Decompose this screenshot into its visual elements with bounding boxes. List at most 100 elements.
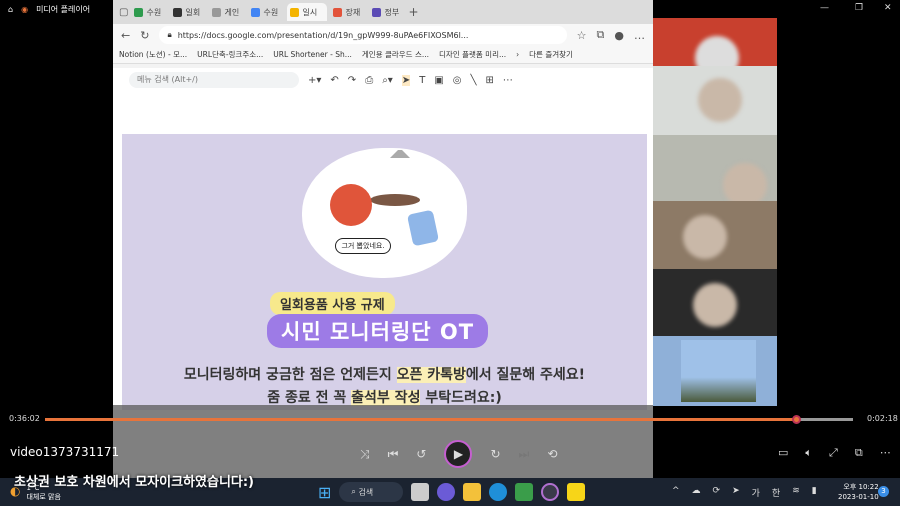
cloud-icon[interactable]: ☁: [692, 486, 701, 499]
browser-tab[interactable]: 게인: [209, 3, 245, 21]
taskbar-search[interactable]: ⌕ 검색: [339, 482, 404, 502]
zoom-icon[interactable]: ⌕▾: [382, 75, 393, 86]
battery-icon[interactable]: ▮: [812, 486, 817, 499]
repeat-off-icon[interactable]: ⟲: [547, 447, 557, 461]
seek-handle[interactable]: [792, 415, 802, 424]
browser-tab[interactable]: 정부: [369, 3, 405, 21]
blurred-face: [698, 78, 742, 122]
shape-icon[interactable]: ◎: [453, 75, 462, 86]
home-icon[interactable]: ⌂: [8, 5, 13, 14]
print-icon[interactable]: ⎙: [365, 75, 373, 86]
browser-tab-active[interactable]: 일시: [287, 3, 328, 21]
sync-icon[interactable]: ⟳: [713, 486, 721, 499]
slide-line-1: 모니터링하며 궁금한 점은 언제든지 오픈 카톡방에서 질문해 주세요!: [183, 367, 586, 383]
browser-tab[interactable]: 수원: [248, 3, 284, 21]
slides-toolbar: 메뉴 검색 (Alt+/) +▾ ↶ ↷ ⎙ ⌕▾ ➤ T ▣ ◎ ╲ ⊞ ⋯: [113, 68, 653, 92]
textbox-icon[interactable]: T: [419, 75, 425, 86]
chat-icon[interactable]: [437, 483, 456, 501]
task-view-icon[interactable]: [411, 483, 430, 501]
browser-tab[interactable]: 장재: [330, 3, 366, 21]
add-icon[interactable]: +▾: [308, 75, 321, 86]
maximize-button[interactable]: ❐: [855, 3, 863, 13]
slide-subheading: 일회용품 사용 규제: [270, 292, 395, 315]
participant-video: [653, 135, 777, 201]
other-favorites[interactable]: 다른 즐겨찾기: [529, 49, 573, 60]
forward-30-icon[interactable]: ↻: [490, 447, 500, 461]
browser-tab[interactable]: 일회: [170, 3, 206, 21]
bookmark[interactable]: 디자인 플랫폼 미리...: [439, 49, 506, 60]
edge-icon[interactable]: [489, 483, 508, 501]
illustration-cloud: [302, 148, 467, 278]
tab-strip: ▢ 수원 일회 게인 수원 일시 장재 정부 +: [113, 0, 653, 24]
lock-icon: 🔒︎: [167, 30, 172, 39]
profile-icon[interactable]: ●: [614, 29, 624, 42]
more-icon[interactable]: ⋯: [503, 75, 513, 86]
participant-video: [653, 336, 777, 406]
seek-track[interactable]: [45, 415, 853, 424]
captions-icon[interactable]: ▭: [778, 446, 788, 460]
notification-badge[interactable]: 3: [878, 486, 889, 497]
kakaotalk-icon[interactable]: [567, 483, 586, 501]
bookmark[interactable]: URL Shortener - Sh...: [273, 50, 352, 59]
rewind-10-icon[interactable]: ↺: [416, 447, 426, 461]
refresh-icon[interactable]: ↻: [140, 29, 149, 42]
comment-icon[interactable]: ⊞: [486, 75, 494, 86]
participant-video: [653, 269, 777, 336]
weather-text: 대체로 맑음: [26, 493, 61, 501]
ime-mode[interactable]: 가: [752, 486, 760, 499]
collections-icon[interactable]: ⧉: [597, 28, 605, 42]
ime-language[interactable]: 한: [772, 486, 780, 499]
browser-tab[interactable]: 수원: [131, 3, 167, 21]
close-button[interactable]: ✕: [884, 3, 892, 13]
blurred-face: [683, 215, 727, 259]
slide-title: 시민 모니터링단 OT: [267, 314, 489, 348]
select-icon[interactable]: ➤: [401, 74, 411, 86]
file-explorer-icon[interactable]: [463, 483, 482, 501]
back-icon[interactable]: ←: [121, 29, 130, 42]
fullscreen-icon[interactable]: ⤢: [829, 446, 838, 460]
start-icon[interactable]: ⊞: [318, 483, 331, 502]
tab-actions-icon[interactable]: ▢: [119, 7, 128, 18]
app-icon[interactable]: [515, 483, 534, 501]
taskbar-apps: ⊞ ⌕ 검색: [318, 482, 586, 502]
more-icon[interactable]: …: [634, 29, 645, 42]
previous-icon[interactable]: ⏮: [388, 447, 399, 462]
volume-icon[interactable]: 🔈︎: [805, 446, 812, 460]
bookmark[interactable]: 게인용 클라우드 스...: [362, 49, 429, 60]
bookmark[interactable]: Notion (노션) - 모...: [119, 49, 187, 60]
play-button[interactable]: ▶: [444, 440, 473, 468]
participant-video: [653, 201, 777, 269]
player-right-controls: ▭ 🔈︎ ⤢ ⧉ ⋯: [778, 446, 891, 460]
miniplayer-icon[interactable]: ⧉: [855, 446, 863, 460]
more-icon[interactable]: ⋯: [880, 446, 891, 460]
table-illustration: [370, 194, 420, 206]
menu-search-input[interactable]: 메뉴 검색 (Alt+/): [129, 72, 299, 88]
seek-bar[interactable]: 0:36:02 0:02:18: [0, 410, 900, 428]
next-icon[interactable]: ⏭: [519, 447, 530, 462]
wifi-icon[interactable]: ≋: [792, 486, 800, 499]
new-tab-button[interactable]: +: [408, 5, 418, 19]
clock[interactable]: 오후 10:22 2023-01-10: [838, 482, 879, 502]
line-icon[interactable]: ╲: [471, 75, 477, 86]
chevron-right-icon[interactable]: ›: [516, 50, 519, 59]
shuffle-icon[interactable]: ⤨: [360, 447, 370, 462]
elapsed-time: 0:36:02: [9, 414, 40, 423]
blurred-face: [695, 36, 739, 66]
minimize-button[interactable]: —: [820, 3, 829, 13]
speech-bubble: 그거 뽑았네요.: [335, 238, 391, 254]
send-icon[interactable]: ➤: [732, 486, 740, 499]
participant-video: [653, 18, 777, 66]
redo-icon[interactable]: ↷: [348, 75, 356, 86]
slide[interactable]: 그거 뽑았네요. 일회용품 사용 규제 시민 모니터링단 OT 모니터링하며 궁…: [122, 134, 647, 410]
chevron-up-icon[interactable]: ^: [672, 486, 680, 499]
blurred-face: [723, 163, 767, 201]
media-player-taskbar-icon[interactable]: [541, 483, 560, 501]
undo-icon[interactable]: ↶: [330, 75, 338, 86]
system-tray: ^ ☁ ⟳ ➤ 가 한 ≋ ▮: [672, 486, 817, 499]
red-character-illustration: [330, 184, 372, 226]
bookmark[interactable]: URL단축-링크주소...: [197, 49, 263, 60]
image-icon[interactable]: ▣: [434, 75, 443, 86]
lamp-illustration: [390, 134, 410, 158]
address-bar[interactable]: 🔒︎ https://docs.google.com/presentation/d…: [159, 26, 567, 44]
favorite-icon[interactable]: ☆: [577, 29, 587, 42]
